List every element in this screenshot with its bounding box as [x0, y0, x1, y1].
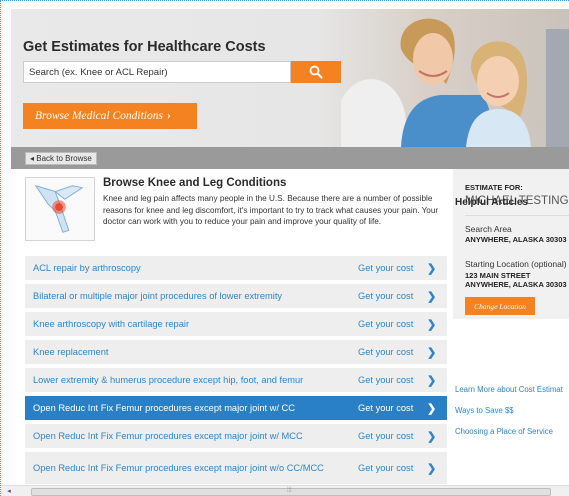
procedure-list: ACL repair by arthroscopy Get your cost … [25, 256, 447, 488]
change-location-button[interactable]: Change Location [465, 297, 535, 315]
back-to-browse-button[interactable]: ◂ Back to Browse [25, 152, 97, 165]
chevron-right-icon: ❯ [427, 262, 437, 275]
procedure-link[interactable]: Open Reduc Int Fix Femur procedures exce… [33, 403, 353, 414]
chevron-right-icon: ❯ [427, 374, 437, 387]
chevron-right-icon: ❯ [427, 430, 437, 443]
back-bar: ◂ Back to Browse [11, 147, 569, 169]
search-area-value: ANYWHERE, ALASKA 30303 [465, 235, 567, 244]
get-cost-link[interactable]: Get your cost [358, 263, 413, 273]
page-frame: Get Estimates for Healthcare Costs Brows… [0, 0, 569, 496]
page-title: Get Estimates for Healthcare Costs [23, 39, 266, 55]
search-input[interactable] [23, 61, 291, 83]
knee-illustration [25, 177, 95, 241]
browse-conditions-label: Browse Medical Conditions [35, 110, 163, 122]
starting-location-label: Starting Location (optional) [465, 259, 567, 269]
list-item[interactable]: Bilateral or multiple major joint proced… [25, 284, 447, 308]
get-cost-link[interactable]: Get your cost [358, 463, 413, 473]
scrollbar-thumb[interactable]: ⦙⦙⦙ [31, 487, 551, 496]
procedure-link[interactable]: ACL repair by arthroscopy [33, 263, 353, 274]
list-item[interactable]: Open Reduc Int Fix Femur procedures exce… [25, 424, 447, 448]
scroll-left-icon[interactable]: ◂ [3, 487, 15, 496]
starting-location-street: 123 MAIN STREET [465, 271, 531, 280]
list-item[interactable]: Open Reduc Int Fix Femur procedures exce… [25, 452, 447, 484]
section-description: Knee and leg pain affects many people in… [103, 194, 439, 226]
horizontal-scrollbar[interactable]: ◂ ⦙⦙⦙ [1, 485, 569, 496]
chevron-right-icon: ❯ [427, 318, 437, 331]
section-title: Browse Knee and Leg Conditions [103, 177, 287, 189]
article-link-ways-to-save[interactable]: Ways to Save $$ [455, 406, 514, 415]
search-area-label: Search Area [465, 224, 512, 234]
get-cost-link[interactable]: Get your cost [358, 403, 413, 413]
chevron-right-icon: ❯ [427, 290, 437, 303]
list-item[interactable]: Lower extremity & humerus procedure exce… [25, 368, 447, 392]
procedure-link[interactable]: Knee arthroscopy with cartilage repair [33, 319, 353, 330]
get-cost-link[interactable]: Get your cost [358, 319, 413, 329]
chevron-right-icon: ❯ [427, 462, 437, 475]
list-item[interactable]: Knee replacement Get your cost ❯ [25, 340, 447, 364]
article-link-cost-estimate[interactable]: Learn More about Cost Estimat [455, 385, 563, 394]
scrollbar-grip-icon: ⦙⦙⦙ [287, 487, 292, 494]
estimate-for-label: ESTIMATE FOR: [465, 183, 523, 192]
estimate-panel: ESTIMATE FOR: MICHAEL TESTING Search Are… [453, 169, 569, 319]
get-cost-link[interactable]: Get your cost [358, 375, 413, 385]
hero-banner: Get Estimates for Healthcare Costs Brows… [11, 9, 569, 147]
procedure-link[interactable]: Knee replacement [33, 347, 353, 358]
get-cost-link[interactable]: Get your cost [358, 347, 413, 357]
chevron-right-icon: › [166, 110, 171, 122]
search-icon [309, 65, 323, 79]
browse-conditions-button[interactable]: Browse Medical Conditions › [23, 103, 197, 129]
list-item[interactable]: Knee arthroscopy with cartilage repair G… [25, 312, 447, 336]
divider [465, 215, 569, 216]
procedure-link[interactable]: Bilateral or multiple major joint proced… [33, 291, 353, 302]
search-button[interactable] [291, 61, 341, 83]
list-item[interactable]: ACL repair by arthroscopy Get your cost … [25, 256, 447, 280]
chevron-right-icon: ❯ [427, 402, 437, 415]
procedure-link[interactable]: Open Reduc Int Fix Femur procedures exce… [33, 431, 353, 442]
main-content: Browse Knee and Leg Conditions Knee and … [11, 169, 569, 485]
chevron-right-icon: ❯ [427, 346, 437, 359]
procedure-link[interactable]: Open Reduc Int Fix Femur procedures exce… [33, 463, 353, 474]
list-item-selected[interactable]: Open Reduc Int Fix Femur procedures exce… [25, 396, 447, 420]
article-link-place-of-service[interactable]: Choosing a Place of Service [455, 427, 553, 436]
procedure-link[interactable]: Lower extremity & humerus procedure exce… [33, 375, 353, 386]
hero-photo [341, 9, 569, 147]
get-cost-link[interactable]: Get your cost [358, 291, 413, 301]
helpful-articles-title: Helpful Articles [455, 197, 528, 208]
starting-location-city: ANYWHERE, ALASKA 30303 [465, 280, 567, 289]
get-cost-link[interactable]: Get your cost [358, 431, 413, 441]
